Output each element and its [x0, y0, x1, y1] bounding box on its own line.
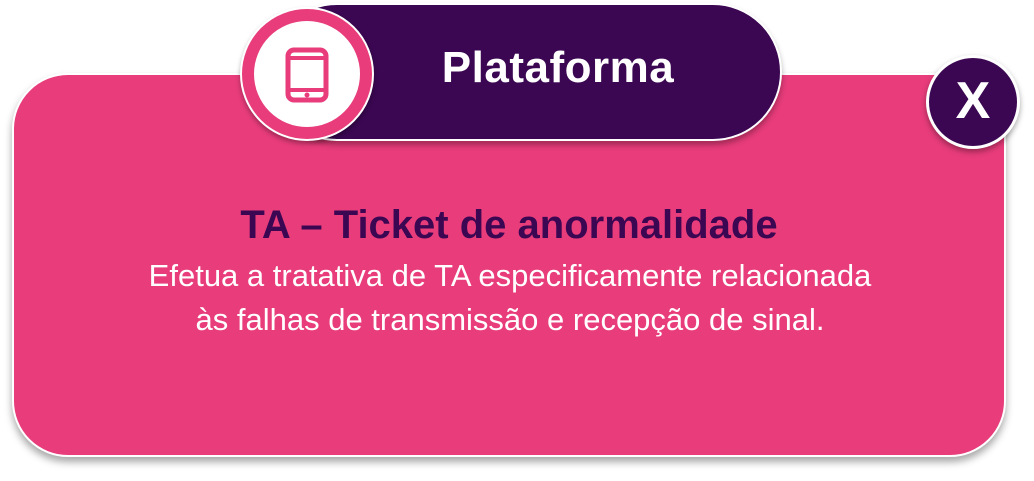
header-title: Plataforma	[441, 43, 675, 92]
icon-badge	[240, 7, 374, 141]
popup-stage: Plataforma X TA – Ticket de anormalidade…	[0, 0, 1034, 481]
icon-badge-inner	[254, 21, 360, 127]
content-title: TA – Ticket de anormalidade	[240, 203, 778, 247]
content-body-line-1: Efetua a tratativa de TA especificamente…	[148, 258, 872, 293]
content-body-line-2: às falhas de transmissão e recepção de s…	[195, 302, 825, 337]
close-button[interactable]: X	[926, 55, 1020, 149]
smartphone-icon	[285, 47, 329, 103]
content-body: Efetua a tratativa de TA especificamente…	[60, 254, 960, 342]
